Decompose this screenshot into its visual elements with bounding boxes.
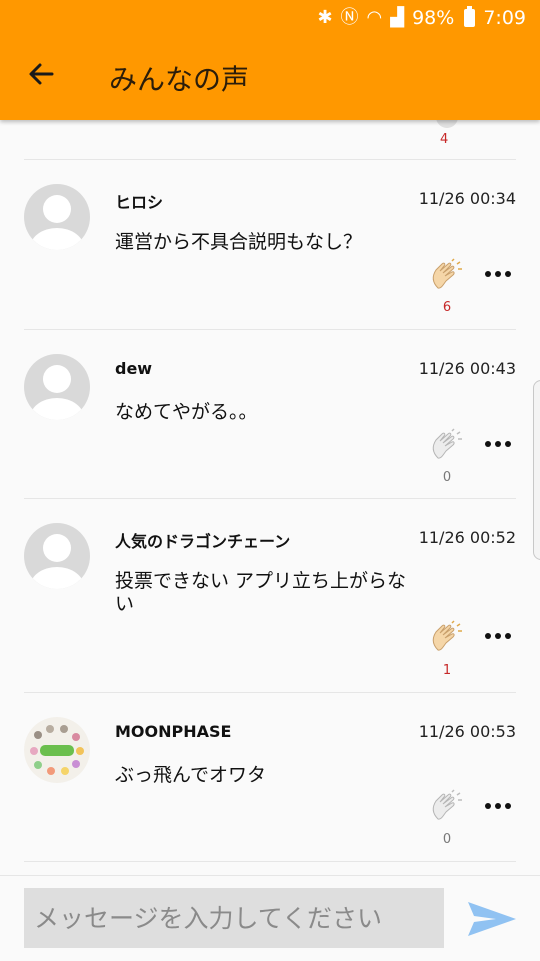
comment-time: 11/26 00:34 — [418, 189, 516, 208]
signal-icon: ▟ — [390, 7, 405, 28]
more-icon[interactable] — [484, 801, 512, 811]
comment-time: 11/26 00:53 — [418, 722, 516, 741]
comment-time: 11/26 00:52 — [418, 528, 516, 547]
avatar[interactable] — [24, 184, 90, 250]
comment-item: dew 11/26 00:43 なめてやがる。。 0 — [0, 330, 540, 498]
comment-item: ヒロシ 11/26 00:34 運営から不具合説明もなし？ 6 — [0, 160, 540, 328]
comment-author: 人気のドラゴンチェーン — [115, 532, 291, 551]
app-bar: ✱ Ⓝ ◠ ▟ 98% 7:09 みんなの声 — [0, 0, 540, 120]
comment-text: ぶっ飛んでオワタ — [115, 764, 267, 786]
more-icon[interactable] — [484, 269, 512, 279]
comment-item: MOONPHASE 11/26 00:53 ぶっ飛んでオワタ 0 — [0, 693, 540, 861]
message-input-bar — [0, 875, 540, 961]
clap-icon[interactable] — [428, 428, 464, 464]
toolbar: みんなの声 — [0, 36, 540, 120]
comment-text: 運営から不具合説明もなし？ — [115, 231, 363, 253]
clap-icon[interactable] — [428, 620, 464, 656]
avatar[interactable] — [24, 354, 90, 420]
more-icon[interactable] — [484, 631, 512, 641]
bluetooth-icon: ✱ — [317, 7, 333, 28]
comment-author: dew — [115, 359, 153, 378]
scrollbar-handle[interactable] — [533, 380, 540, 560]
send-icon[interactable] — [466, 898, 518, 940]
comment-time: 11/26 00:43 — [418, 359, 516, 378]
comment-text: 投票できない アプリ立ち上がらない — [115, 570, 407, 615]
wifi-icon: ◠ — [366, 7, 383, 28]
battery-percent: 98% — [412, 7, 455, 29]
more-icon[interactable] — [484, 439, 512, 449]
page-title: みんなの声 — [109, 63, 250, 96]
clock: 7:09 — [483, 7, 526, 29]
avatar[interactable] — [24, 717, 90, 783]
clap-count: 0 — [442, 832, 452, 847]
comment-author: ヒロシ — [115, 193, 164, 212]
clap-count: 4 — [440, 132, 449, 147]
avatar[interactable] — [24, 523, 90, 589]
divider — [24, 861, 516, 862]
comment-author: MOONPHASE — [115, 722, 232, 741]
clap-icon[interactable] — [428, 258, 464, 294]
nfc-icon: Ⓝ — [340, 7, 359, 28]
status-bar: ✱ Ⓝ ◠ ▟ 98% 7:09 — [0, 0, 540, 36]
comment-text: なめてやがる。。 — [115, 401, 258, 423]
battery-icon — [464, 6, 476, 27]
clap-icon[interactable] — [428, 789, 464, 825]
clap-count: 1 — [442, 663, 452, 678]
back-arrow-icon[interactable] — [20, 52, 64, 96]
clap-count: 0 — [442, 470, 452, 485]
clap-count: 6 — [442, 300, 452, 315]
message-input[interactable] — [24, 888, 444, 948]
comment-item: 人気のドラゴンチェーン 11/26 00:52 投票できない アプリ立ち上がらな… — [0, 499, 540, 692]
